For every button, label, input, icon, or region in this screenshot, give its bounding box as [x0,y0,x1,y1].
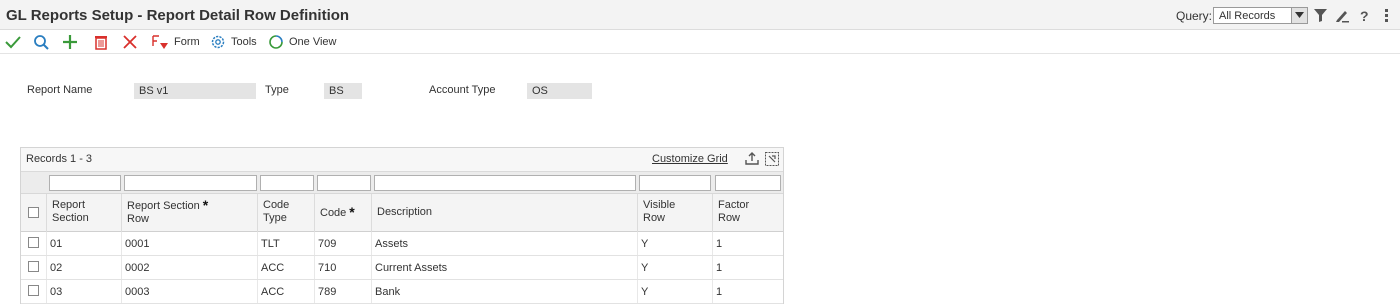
row-select-cell [21,280,47,303]
cell-report-section-row: 0001 [122,232,258,255]
cell-code: 709 [315,232,372,255]
query-label: Query: [1176,9,1213,23]
col-report-section-line1: Report [52,199,86,211]
cell-visible-row: Y [638,256,713,279]
cell-factor-row: 1 [716,238,723,250]
col-description[interactable]: Description [372,194,638,232]
cell-report-section: 02 [47,256,122,279]
filter-description[interactable] [374,175,636,191]
report-name-label: Report Name [27,84,93,96]
cell-visible-row: Y [638,232,713,255]
col-report-section[interactable]: Report Section [47,194,122,232]
col-report-section-line2: Section [52,212,89,224]
search-icon[interactable] [33,34,49,50]
type-field: BS [324,83,362,99]
col-factor-row[interactable]: Factor Row [713,194,783,232]
filter-factor-row[interactable] [715,175,781,191]
toolbar: Form Tools One View [0,30,1400,54]
col-code-line1: Code [320,207,347,219]
table-row[interactable]: 01 0001 TLT 709 Assets Y 1 [21,232,783,256]
filter-report-section[interactable] [49,175,121,191]
col-visible-row[interactable]: Visible Row [638,194,713,232]
col-code-type-line1: Code [263,199,290,211]
col-report-section-row-line2: Row [127,213,150,225]
grid-header-row: Report Section Report Section * Row Code Typ… [21,194,783,232]
cell-code: 789 [315,280,372,303]
personalize-icon[interactable] [1335,8,1351,24]
detail-grid: Records 1 - 3 Customize Grid Report Secti… [20,147,784,304]
filter-code-type[interactable] [260,175,314,191]
export-icon[interactable] [744,151,760,167]
query-select[interactable]: All Records [1213,7,1308,24]
cell-description: Assets [372,232,638,255]
row-select-cell [21,232,47,255]
col-code[interactable]: Code * [315,194,372,232]
select-all-column [21,194,47,232]
col-factor-row-line2: Row [718,212,741,224]
col-factor-row-line1: Factor [718,199,750,211]
maximize-icon[interactable] [764,151,780,167]
filter-report-section-row[interactable] [124,175,257,191]
cell-code-type: ACC [258,280,315,303]
col-visible-row-line1: Visible [643,199,676,211]
filter-code[interactable] [317,175,371,191]
account-type-label: Account Type [429,84,496,96]
type-label: Type [265,84,289,96]
cell-code-type: TLT [258,232,315,255]
col-code-type[interactable]: Code Type [258,194,315,232]
row-checkbox[interactable] [28,237,39,248]
more-icon[interactable] [1380,8,1396,24]
customize-grid-link[interactable]: Customize Grid [652,153,728,165]
table-row[interactable]: 03 0003 ACC 789 Bank Y 1 [21,280,783,304]
cell-visible-row: Y [638,280,713,303]
cell-report-section: 03 [47,280,122,303]
cell-report-section: 01 [47,232,122,255]
col-code-type-line2: Type [263,212,287,224]
required-star-icon: * [349,204,355,220]
cell-description: Current Assets [372,256,638,279]
close-icon[interactable] [122,34,138,50]
filter-icon[interactable] [1313,8,1329,24]
grid-toolbar: Records 1 - 3 Customize Grid [21,148,783,172]
svg-text:?: ? [1360,8,1369,23]
app-header: GL Reports Setup - Report Detail Row Def… [0,0,1400,30]
page-title: GL Reports Setup - Report Detail Row Def… [6,7,350,24]
report-name-field: BS v1 [134,83,256,99]
gear-icon[interactable] [210,34,226,50]
checkmark-icon[interactable] [5,34,21,50]
cell-report-section-row: 0003 [122,280,258,303]
help-icon[interactable]: ? [1357,8,1373,24]
cell-report-section-row: 0002 [122,256,258,279]
col-visible-row-line2: Row [643,212,666,224]
filter-row [21,172,783,194]
account-type-field: OS [527,83,592,99]
cell-factor-row: 1 [716,286,723,298]
filter-visible-row[interactable] [639,175,711,191]
row-checkbox[interactable] [28,285,39,296]
required-star-icon: * [202,197,209,213]
form-icon[interactable] [152,34,168,50]
select-all-checkbox[interactable] [28,207,39,218]
cell-code-type: ACC [258,256,315,279]
form-menu[interactable]: Form [174,36,200,48]
cell-code: 710 [315,256,372,279]
table-row[interactable]: 02 0002 ACC 710 Current Assets Y 1 [21,256,783,280]
tools-menu[interactable]: Tools [231,36,257,48]
oneview-icon[interactable] [268,34,284,50]
row-select-cell [21,256,47,279]
oneview-menu[interactable]: One View [289,36,337,48]
cell-factor-row: 1 [716,262,723,274]
col-report-section-row-line1: Report Section [127,200,200,212]
chevron-down-icon[interactable] [1291,8,1307,23]
cell-description: Bank [372,280,638,303]
col-description-label: Description [377,206,433,218]
plus-icon[interactable] [62,34,78,50]
records-count: Records 1 - 3 [26,153,93,165]
row-checkbox[interactable] [28,261,39,272]
col-report-section-row[interactable]: Report Section * Row [122,194,258,232]
trash-icon[interactable] [93,34,109,50]
query-select-value: All Records [1219,10,1276,22]
